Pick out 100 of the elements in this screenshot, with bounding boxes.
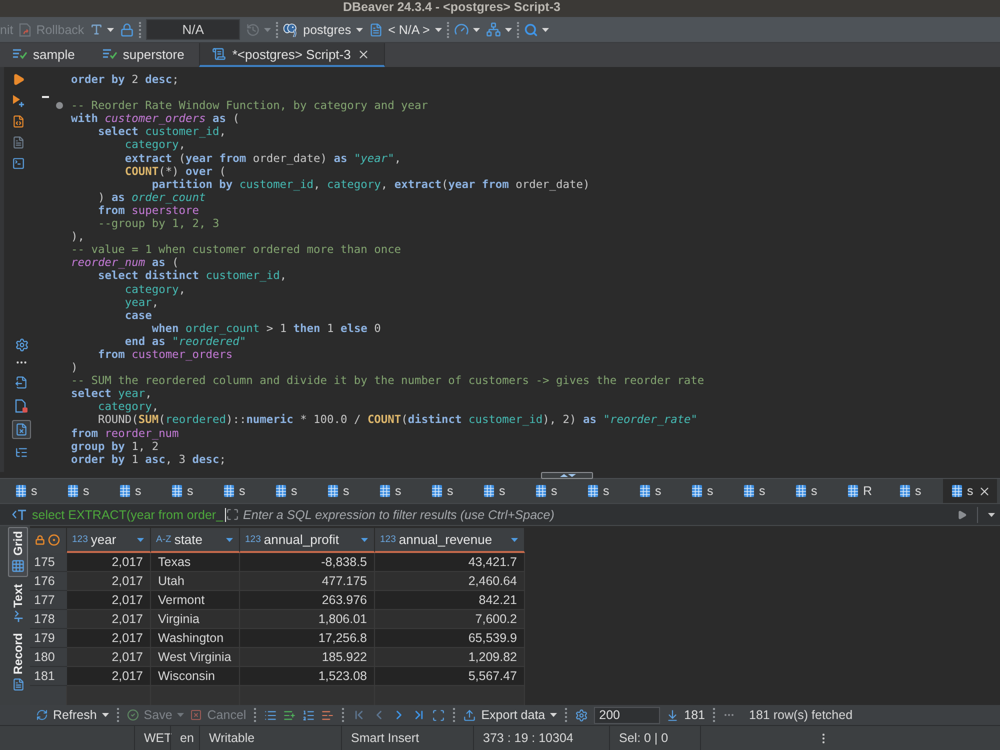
fold-marker-icon[interactable] bbox=[56, 102, 63, 110]
editor-tab[interactable]: superstore bbox=[90, 43, 200, 67]
list-minus-icon[interactable] bbox=[321, 708, 334, 722]
column-header[interactable]: 123 year bbox=[67, 528, 151, 553]
view-tab[interactable]: Grid bbox=[8, 527, 28, 577]
result-tab[interactable]: s bbox=[527, 479, 579, 503]
table-icon bbox=[120, 485, 130, 497]
result-tab[interactable]: R bbox=[839, 479, 891, 503]
result-tab[interactable]: s bbox=[683, 479, 735, 503]
filter-bar[interactable]: select EXTRACT(year from order_ Enter a SQL expression to filter results (use Ctrl+Space) bbox=[0, 503, 1000, 526]
splitter-handle-icon[interactable] bbox=[541, 472, 593, 479]
table-icon bbox=[16, 485, 26, 497]
run-plus-icon[interactable] bbox=[12, 94, 25, 107]
result-tab[interactable]: s bbox=[475, 479, 527, 503]
settings-icon[interactable] bbox=[14, 338, 28, 352]
type-label: 123 bbox=[245, 534, 261, 545]
table-cell: 2,017 bbox=[67, 610, 151, 629]
gauge-icon[interactable] bbox=[454, 22, 469, 37]
numbered-list-icon[interactable] bbox=[302, 708, 316, 722]
result-tab[interactable]: s bbox=[891, 479, 943, 503]
table-cell: 2,460.64 bbox=[375, 572, 525, 591]
code-line: extract (year from order_date) as "year", bbox=[124, 152, 402, 165]
column-header[interactable]: A-Z state bbox=[151, 528, 240, 553]
close-icon[interactable] bbox=[978, 484, 992, 498]
table-icon bbox=[744, 485, 754, 497]
search-icon[interactable] bbox=[524, 22, 538, 36]
caret-icon[interactable] bbox=[361, 538, 368, 542]
schema-button[interactable]: < N/A > bbox=[369, 22, 442, 36]
expand-icon[interactable] bbox=[226, 508, 240, 521]
list-check-icon bbox=[102, 49, 117, 59]
code-line: category, bbox=[124, 282, 186, 296]
result-tab[interactable]: s bbox=[943, 479, 998, 503]
result-tab[interactable]: s bbox=[215, 479, 267, 503]
status-text: WET bbox=[144, 731, 172, 745]
caret-icon[interactable] bbox=[504, 28, 512, 32]
caret-icon bbox=[102, 713, 109, 717]
script-run-icon[interactable] bbox=[12, 115, 25, 128]
editor-tab[interactable]: sample bbox=[0, 43, 90, 67]
result-tab[interactable]: s bbox=[319, 479, 371, 503]
table-cell: 1,523.08 bbox=[240, 667, 375, 686]
result-tab[interactable]: s bbox=[787, 479, 839, 503]
fetch-all-button[interactable]: 181 bbox=[666, 708, 705, 722]
result-tab[interactable]: s bbox=[735, 479, 787, 503]
column-name: annual_revenue bbox=[398, 532, 494, 547]
list-plus-icon[interactable] bbox=[283, 708, 296, 722]
caret-icon[interactable] bbox=[511, 538, 518, 542]
column-header[interactable]: 123 annual_revenue bbox=[375, 528, 525, 553]
code-line: ROUND(SUM(reordered)::numeric * 100.0 / COUNT(distinct customer_id), 2) as "reorder_rate" bbox=[98, 413, 698, 427]
code-line: from reorder_num bbox=[71, 426, 179, 440]
result-tab[interactable]: s bbox=[423, 479, 475, 503]
result-tab[interactable]: s bbox=[267, 479, 319, 503]
result-tab[interactable]: s bbox=[111, 479, 163, 503]
row-number: 180 bbox=[30, 648, 67, 667]
result-tab[interactable]: s bbox=[579, 479, 631, 503]
hierarchy-icon[interactable] bbox=[486, 22, 501, 37]
caret-icon[interactable] bbox=[472, 28, 480, 32]
column-header[interactable]: 123 annual_profit bbox=[240, 528, 375, 553]
view-tab[interactable]: Record bbox=[8, 629, 28, 695]
view-tab[interactable]: Text bbox=[8, 580, 28, 626]
file-x-icon[interactable] bbox=[12, 420, 31, 439]
list-icon[interactable] bbox=[264, 708, 278, 722]
refresh-button[interactable]: Refresh bbox=[36, 708, 109, 722]
fetch-size-field[interactable]: 200 bbox=[594, 706, 660, 724]
lock-icon[interactable] bbox=[120, 22, 134, 36]
filter-input[interactable]: Enter a SQL expression to filter results (use Ctrl+Space) bbox=[239, 504, 957, 524]
caret-icon[interactable] bbox=[137, 538, 144, 542]
code-line: ) bbox=[71, 361, 78, 374]
close-icon[interactable] bbox=[356, 48, 370, 60]
caret-icon[interactable] bbox=[988, 512, 995, 516]
result-tab[interactable]: s bbox=[371, 479, 423, 503]
row-number-header[interactable] bbox=[30, 528, 67, 553]
document-icon[interactable] bbox=[12, 136, 25, 149]
table-cell: West Virginia bbox=[151, 648, 240, 667]
frame-corners-icon[interactable] bbox=[432, 708, 446, 722]
query-history-field[interactable]: select EXTRACT(year from order_ bbox=[32, 508, 226, 522]
document-icon bbox=[12, 678, 24, 691]
letter-t-icon[interactable] bbox=[90, 23, 104, 36]
table-cell: 2,017 bbox=[67, 648, 151, 667]
result-tab[interactable]: s bbox=[59, 479, 111, 503]
transaction-field[interactable]: N/A bbox=[146, 19, 240, 40]
result-tab[interactable]: s bbox=[7, 479, 59, 503]
caret-icon bbox=[177, 713, 184, 717]
terminal-icon[interactable] bbox=[12, 157, 25, 170]
export-button[interactable]: Export data bbox=[463, 708, 558, 722]
caret-icon[interactable] bbox=[107, 28, 114, 32]
run-icon[interactable] bbox=[12, 73, 25, 86]
table-icon bbox=[536, 485, 546, 497]
settings-icon[interactable] bbox=[575, 708, 588, 722]
caret-icon[interactable] bbox=[542, 28, 549, 32]
play-icon[interactable] bbox=[957, 510, 967, 520]
editor-tab[interactable]: *<postgres> Script-3 bbox=[199, 43, 385, 67]
code-line: -- value = 1 when customer ordered more than once bbox=[71, 243, 402, 256]
code-text-icon[interactable] bbox=[12, 509, 27, 520]
result-tab[interactable]: s bbox=[631, 479, 683, 503]
datasource-button[interactable]: postgres bbox=[283, 22, 364, 36]
code-line: select customer_id, bbox=[98, 125, 226, 138]
target-icon bbox=[48, 534, 60, 546]
result-tab[interactable]: s bbox=[163, 479, 215, 503]
table-cell: 185.922 bbox=[240, 648, 375, 667]
caret-icon[interactable] bbox=[226, 538, 233, 542]
